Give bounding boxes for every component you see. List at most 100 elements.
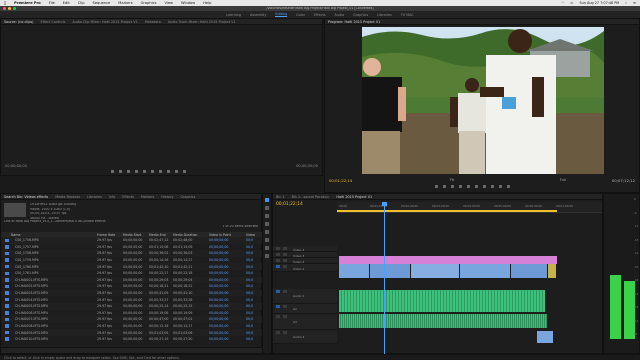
play-icon[interactable] — [143, 170, 146, 173]
track-a4-lane[interactable] — [337, 331, 602, 343]
export-frame-icon[interactable] — [507, 185, 510, 188]
resolution-select[interactable]: Full — [560, 178, 566, 182]
col-name[interactable]: Name — [11, 233, 20, 237]
work-area-bar[interactable] — [337, 210, 557, 212]
video-clip[interactable] — [548, 264, 556, 278]
step-forward-icon[interactable] — [475, 185, 478, 188]
workspace-color[interactable]: Color — [296, 13, 305, 17]
hand-tool-icon[interactable] — [265, 246, 269, 250]
program-video-frame[interactable] — [362, 27, 604, 174]
audio-clip[interactable] — [339, 314, 547, 328]
menu-list-icon[interactable]: ≡ — [633, 1, 636, 5]
tab-effect-controls[interactable]: Effect Controls — [40, 20, 65, 24]
step-back-icon[interactable] — [135, 170, 138, 173]
col-media-duration[interactable]: Media Duration — [173, 233, 197, 237]
workspace-audio[interactable]: Audio — [335, 13, 345, 17]
table-row[interactable]: C00_1760.MP4 29.97 fps 00;00;00;00 00;01;42… — [1, 263, 263, 270]
zoom-window-button[interactable] — [13, 7, 16, 10]
tab-metadata[interactable]: Metadata — [145, 20, 161, 24]
col-video-in[interactable]: Video In Point — [209, 233, 231, 237]
mark-in-icon[interactable] — [111, 170, 114, 173]
menu-markers[interactable]: Markers — [118, 1, 132, 5]
source-timecode[interactable]: 00;00;00;00 — [5, 164, 27, 168]
track-v1-lane[interactable] — [337, 264, 602, 278]
close-window-button[interactable] — [3, 7, 6, 10]
razor-tool-icon[interactable] — [265, 222, 269, 226]
tab-program[interactable]: Program: Haiti 2015 Project V1 — [328, 20, 380, 24]
menu-help[interactable]: Help — [203, 1, 211, 5]
tab-markers[interactable]: Markers — [141, 195, 155, 199]
menu-clip[interactable]: Clip — [78, 1, 85, 5]
tab-info[interactable]: Info — [109, 195, 115, 199]
menu-edit[interactable]: Edit — [63, 1, 70, 5]
video-clip[interactable] — [339, 264, 369, 278]
playhead[interactable] — [382, 202, 387, 354]
track-header-a1[interactable]: Audio 1 — [273, 289, 337, 304]
workspace-learning[interactable]: Learning — [226, 13, 241, 17]
table-row[interactable]: CH-HAI007.MTS.MP4 29.97 fps 00;00;00;00 00;… — [1, 316, 263, 323]
table-row[interactable]: C00_1757.MP4 29.97 fps 00;00;00;00 00;01;15… — [1, 244, 263, 251]
workspace-libraries[interactable]: Libraries — [377, 13, 392, 17]
col-media-start[interactable]: Media Start — [123, 233, 141, 237]
col-media-end[interactable]: Media End — [149, 233, 166, 237]
track-header-v1[interactable]: Video 1 — [273, 264, 337, 272]
video-clip[interactable] — [411, 264, 459, 278]
menu-window[interactable]: Window — [181, 1, 195, 5]
clock[interactable]: Sun Aug 27 7:07:48 PM — [580, 1, 620, 5]
table-row[interactable]: C00_1761.MP4 29.97 fps 00;00;00;00 00;00;22… — [1, 270, 263, 277]
type-tool-icon[interactable] — [265, 254, 269, 258]
app-menu[interactable]: Premiere Pro — [14, 1, 41, 5]
menu-graphics[interactable]: Graphics — [141, 1, 157, 5]
lift-icon[interactable] — [491, 185, 494, 188]
step-back-icon[interactable] — [459, 185, 462, 188]
table-row[interactable]: CH-HAI002.MTS.MP4 29.97 fps 00;00;00;00 00;… — [1, 283, 263, 290]
workspace-fx-mac[interactable]: FX MAC — [401, 13, 414, 17]
go-to-in-icon[interactable] — [127, 170, 130, 173]
zoom-select[interactable]: Fit — [450, 178, 454, 182]
track-header-a4[interactable]: Audio 4 — [273, 330, 337, 344]
video-clip[interactable] — [511, 264, 547, 278]
audio-clip[interactable] — [537, 331, 553, 343]
go-to-out-icon[interactable] — [483, 185, 486, 188]
table-row[interactable]: CH-HAI009.MTS.MP4 29.97 fps 00;00;00;00 00;… — [1, 329, 263, 336]
workspace-editing[interactable]: Editing — [275, 12, 288, 17]
overwrite-icon[interactable] — [175, 170, 178, 173]
workspace-graphics[interactable]: Graphics — [353, 13, 368, 17]
menu-sequence[interactable]: Sequence — [93, 1, 111, 5]
table-row[interactable]: CH-HAI005.MTS.MP4 29.97 fps 00;00;00;00 00;… — [1, 302, 263, 310]
track-select-tool-icon[interactable] — [265, 206, 269, 210]
col-video[interactable]: Video — [246, 233, 255, 237]
time-ruler[interactable]: 00;00 00;01;00;00 00;02;00;00 00;03;00;0… — [337, 202, 602, 213]
tab-bin-2[interactable]: Bin 2...sound Pacatuin — [292, 195, 330, 199]
tab-sequence[interactable]: Haiti 2015 Project V1 — [336, 195, 372, 199]
tab-graphics[interactable]: Graphics — [180, 195, 195, 199]
table-row[interactable]: CH-HAI006.MTS.MP4 29.97 fps 00;00;00;00 00;… — [1, 310, 263, 317]
track-a1-lane[interactable] — [337, 290, 602, 312]
video-clip[interactable] — [460, 264, 510, 278]
table-row[interactable]: C00_1756.MP4 29.97 fps 00;00;00;00 00;02;47… — [1, 237, 263, 244]
battery-icon[interactable]: ▭ — [570, 1, 573, 5]
selection-tool-icon[interactable] — [265, 198, 269, 202]
mark-out-icon[interactable] — [443, 185, 446, 188]
track-v2-lane[interactable] — [337, 256, 602, 264]
program-timecode[interactable]: 00;01;22;14 — [329, 178, 352, 183]
step-forward-icon[interactable] — [151, 170, 154, 173]
menu-file[interactable]: File — [49, 1, 55, 5]
table-row[interactable]: CH-HAI001.MTS.MP4 29.97 fps 00;00;00;00 00;… — [1, 276, 263, 284]
clip-thumbnail[interactable] — [4, 203, 26, 217]
play-icon[interactable] — [467, 185, 470, 188]
tab-media-browser[interactable]: Media Browser — [55, 195, 80, 199]
col-frame-rate[interactable]: Frame Rate — [97, 233, 115, 237]
workspace-assembly[interactable]: Assembly — [250, 13, 266, 17]
tab-effects[interactable]: Effects — [122, 195, 134, 199]
title-clip[interactable] — [339, 256, 557, 264]
tab-libraries[interactable]: Libraries — [87, 195, 102, 199]
mark-out-icon[interactable] — [119, 170, 122, 173]
timeline-timecode[interactable]: 00;01;22;14 — [276, 202, 303, 207]
tab-audio-clip-mixer[interactable]: Audio Clip Mixer: Haiti 2015 Project V1 — [72, 20, 137, 24]
table-row[interactable]: C00_1759.MP4 29.97 fps 00;00;00;00 00;00;14… — [1, 257, 263, 264]
apple-icon[interactable]:  — [4, 1, 6, 5]
go-to-in-icon[interactable] — [451, 185, 454, 188]
go-to-out-icon[interactable] — [159, 170, 162, 173]
table-row[interactable]: CH-HAI008.MTS.MP4 29.97 fps 00;00;00;00 00;… — [1, 323, 263, 330]
